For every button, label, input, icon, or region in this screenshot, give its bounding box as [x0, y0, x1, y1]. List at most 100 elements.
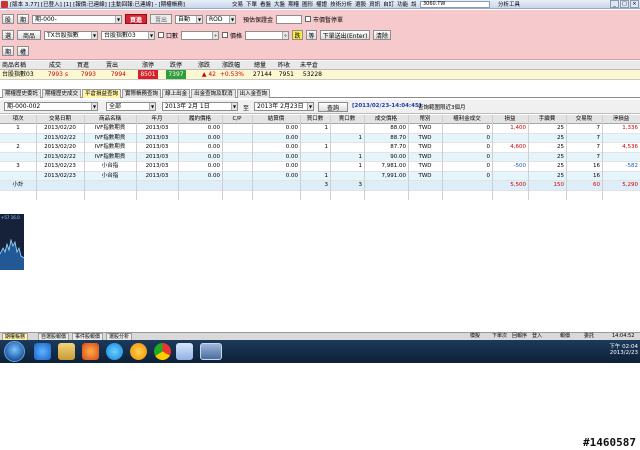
date-range-separator: 至: [243, 105, 250, 112]
quote-row[interactable]: 台股指數03 7993 s 7993 7994 8501 7397 ▲ 42 +…: [0, 70, 640, 80]
tab-history-fills[interactable]: 期權歷史成交: [42, 89, 82, 98]
ie-browser-icon[interactable]: [34, 343, 51, 360]
close-icon[interactable]: ×: [630, 0, 639, 8]
send-order-button[interactable]: 下單送出(Enter): [320, 30, 371, 40]
cell-buy: 1: [324, 144, 329, 150]
menu-order[interactable]: 下單: [246, 0, 257, 8]
end-date-picker[interactable]: 2013年 2月23日 ▼: [254, 102, 314, 111]
cell-product: IVF指數期貨: [94, 153, 126, 160]
chevron-down-icon: ▼: [148, 31, 154, 39]
analysis-tools-menu[interactable]: 分析工具: [498, 0, 538, 8]
start-date-picker[interactable]: 2013年 2月 1日 ▼: [162, 102, 238, 111]
quote-col-open-interest: 未平倉: [299, 62, 318, 69]
total-tax: 60: [593, 182, 600, 188]
menu-function[interactable]: 功能: [397, 0, 408, 8]
query-button[interactable]: 查詢: [318, 102, 348, 112]
lots-stepper[interactable]: ÷: [181, 30, 220, 40]
trading-app-taskbar-button[interactable]: [200, 343, 222, 360]
cell-product: IVF指數期貨: [94, 125, 126, 131]
cell-net: [602, 172, 638, 182]
cell-pnl: [492, 134, 526, 144]
buy-button[interactable]: 買進: [125, 14, 147, 24]
menu-help[interactable]: 說明: [411, 0, 416, 8]
firefox-icon[interactable]: [82, 343, 99, 360]
cell-date: 2013/02/23: [44, 172, 76, 179]
tab-deposit-query[interactable]: 出入金查詢: [236, 89, 271, 98]
menu-custom[interactable]: 自訂: [383, 0, 394, 8]
table-row[interactable]: 3 2013/02/23 小台指 2013/03 0.00 0.00 1 7,9…: [0, 162, 640, 172]
option-mode-button[interactable]: 選: [2, 30, 14, 40]
table-row[interactable]: 2 2013/02/20 IVF指數期貨 2013/03 0.00 0.00 1…: [0, 143, 640, 153]
stock-mode-button[interactable]: 股: [2, 14, 14, 24]
tray-time: 下午 02:04: [609, 344, 638, 350]
menu-market[interactable]: 大盤: [274, 0, 285, 8]
stepper-icon[interactable]: ÷: [212, 31, 219, 39]
cell-tax: 7: [596, 134, 601, 141]
future-mode-button[interactable]: 期: [2, 46, 14, 56]
cell-pnl: -500: [513, 163, 526, 169]
mini-index-chart[interactable]: +57 16.0: [0, 214, 24, 270]
symbol-input[interactable]: 3060.TW: [420, 0, 490, 8]
cell-settle: 0.00: [285, 153, 298, 160]
order-type-select[interactable]: 自動 ▼: [175, 14, 203, 24]
tif-select[interactable]: ROD ▼: [206, 14, 236, 24]
windows-start-icon[interactable]: [4, 341, 25, 362]
price-input[interactable]: ÷: [245, 30, 290, 40]
lots-checkbox[interactable]: [158, 32, 164, 38]
table-row[interactable]: 2013/02/22 IVF指數期貨 2013/03 0.00 0.00 1 9…: [0, 152, 640, 163]
file-explorer-icon[interactable]: [58, 343, 75, 360]
col-cp: C/P: [232, 116, 242, 122]
stepper-icon[interactable]: ÷: [282, 31, 289, 39]
menu-trade[interactable]: 交易: [232, 0, 243, 8]
quote-header: 商品名稱 成交 買進 賣出 漲停 跌停 漲跌 漲跌幅 總量 昨收 未平倉: [0, 61, 640, 70]
order-row-1: 股 期 期-000- ▼ 買進 賣出 自動 ▼ ROD ▼ 預估保證金 市價暫停單: [2, 13, 346, 25]
menu-futures-options[interactable]: 期權: [288, 0, 299, 8]
menu-chart[interactable]: 圖形: [302, 0, 313, 8]
market-pause-checkbox[interactable]: [305, 16, 312, 22]
cell-currency: TWD: [418, 153, 432, 160]
tab-account-query[interactable]: 實際帳務查詢: [122, 89, 162, 98]
equal-button[interactable]: 等: [306, 30, 318, 40]
cell-cp: [222, 134, 252, 144]
limit-down-button[interactable]: 跌: [292, 30, 304, 40]
table-row[interactable]: 2013/02/22 IVF指數期貨 2013/03 0.00 0.00 1 8…: [0, 133, 640, 144]
cell-price: 88.00: [390, 125, 406, 131]
chevron-down-icon: ▼: [115, 15, 121, 23]
quote-col-limit-down: 跌停: [169, 62, 182, 69]
product-select[interactable]: TX台股指數 ▼: [44, 30, 98, 40]
contract-month-select[interactable]: 台股指數03 ▼: [101, 30, 155, 40]
menu-bar: 交易 下單 看盤 大盤 期權 圖形 權證 技術分析 選股 資訊 自訂 功能 說明: [232, 0, 416, 8]
tab-closed-pnl[interactable]: 平倉損益查詢: [82, 89, 122, 98]
col-fill-price: 成交價格: [374, 116, 397, 122]
table-row[interactable]: 2013/02/23 小台指 2013/03 0.00 0.00 1 7,991…: [0, 171, 640, 182]
minimize-icon[interactable]: _: [610, 0, 619, 8]
account-select[interactable]: 期-000- ▼: [32, 14, 122, 24]
skype-icon[interactable]: [106, 343, 123, 360]
product-button[interactable]: 商品: [17, 30, 41, 40]
table-row[interactable]: 1 2013/02/20 IVF指數期貨 2013/03 0.00 0.00 1…: [0, 124, 640, 134]
quote-col-volume: 總量: [253, 62, 266, 69]
menu-quote[interactable]: 看盤: [260, 0, 271, 8]
cell-pnl: [492, 172, 526, 182]
option-right-button[interactable]: 權: [17, 46, 29, 56]
clear-button[interactable]: 清除: [373, 30, 392, 40]
cell-net: [602, 153, 638, 163]
cell-strike: 0.00: [207, 134, 220, 141]
filter-account-select[interactable]: 期-000-002 ▼: [4, 102, 98, 111]
tab-withdraw-query[interactable]: 出金查詢及取消: [191, 89, 236, 98]
grid-app-icon[interactable]: [176, 343, 193, 360]
tab-online-withdraw[interactable]: 線上出金: [162, 89, 191, 98]
menu-screener[interactable]: 選股: [355, 0, 366, 8]
futures-mode-button[interactable]: 期: [17, 14, 29, 24]
menu-warrant[interactable]: 權證: [316, 0, 327, 8]
cell-premium: 0: [486, 125, 491, 131]
sell-button[interactable]: 賣出: [150, 14, 172, 24]
tab-history-orders[interactable]: 期權歷史委託: [2, 89, 42, 98]
price-checkbox[interactable]: [222, 32, 229, 38]
menu-technical[interactable]: 技術分析: [330, 0, 352, 8]
chrome-icon[interactable]: [154, 343, 171, 360]
menu-info[interactable]: 資訊: [369, 0, 380, 8]
app-circle-icon[interactable]: [130, 343, 147, 360]
filter-category-select[interactable]: 全部 ▼: [106, 102, 156, 111]
maximize-icon[interactable]: □: [620, 0, 629, 8]
